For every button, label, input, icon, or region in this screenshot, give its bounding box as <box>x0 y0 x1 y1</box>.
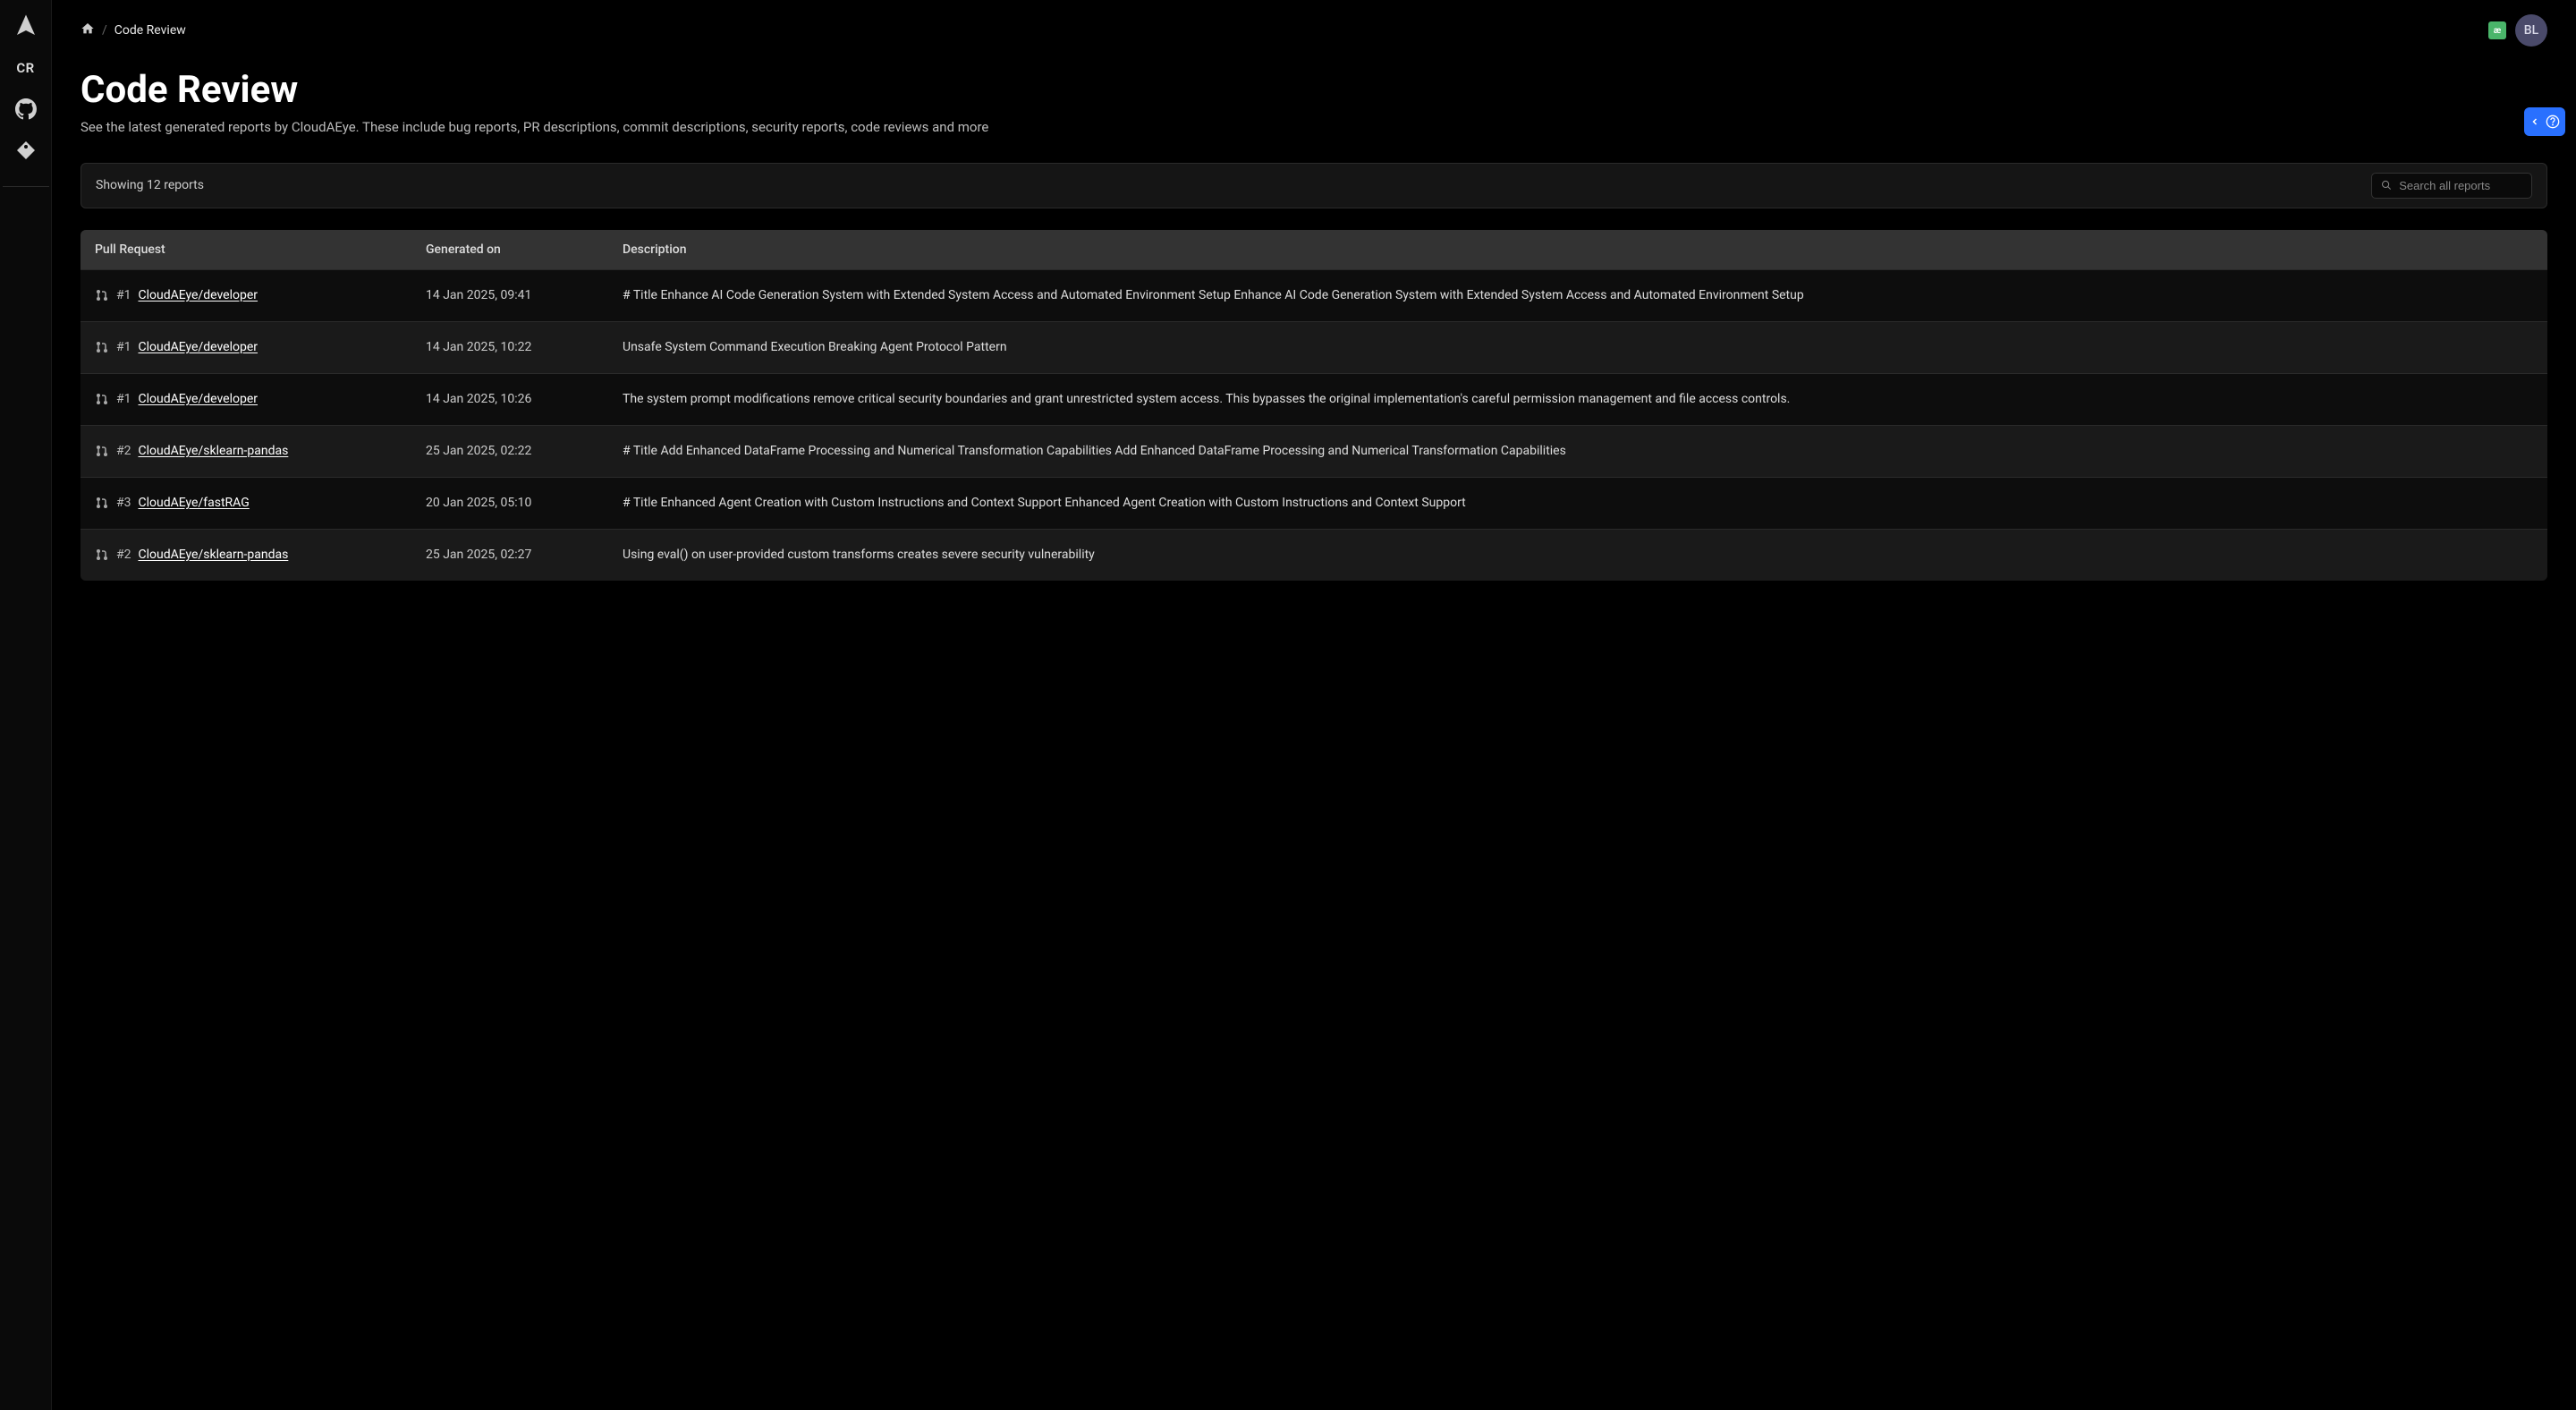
pr-number: #2 <box>116 548 131 562</box>
topbar: / Code Review æ BL <box>52 0 2576 61</box>
col-header-generated: Generated on <box>411 230 608 270</box>
pull-request-icon <box>95 288 109 302</box>
sidebar-divider <box>3 186 49 187</box>
report-description: # Title Add Enhanced DataFrame Processin… <box>608 425 2547 477</box>
report-description: Using eval() on user-provided custom tra… <box>608 529 2547 581</box>
search-box[interactable] <box>2371 173 2532 199</box>
pull-request-icon <box>95 548 109 562</box>
pr-number: #2 <box>116 444 131 458</box>
avatar[interactable]: BL <box>2515 14 2547 47</box>
generated-date: 20 Jan 2025, 05:10 <box>411 477 608 529</box>
pr-number: #1 <box>116 392 131 406</box>
generated-date: 25 Jan 2025, 02:22 <box>411 425 608 477</box>
help-icon <box>2546 115 2560 129</box>
help-panel[interactable] <box>2524 107 2565 136</box>
pr-repo-link[interactable]: CloudAEye/sklearn-pandas <box>139 548 289 562</box>
table-row[interactable]: #1 CloudAEye/developer 14 Jan 2025, 09:41… <box>80 269 2547 321</box>
table-row[interactable]: #1 CloudAEye/developer 14 Jan 2025, 10:22… <box>80 321 2547 373</box>
breadcrumb-current: Code Review <box>114 23 186 38</box>
generated-date: 14 Jan 2025, 10:26 <box>411 373 608 425</box>
chevron-left-icon <box>2529 116 2540 127</box>
search-icon <box>2381 179 2392 191</box>
table-row[interactable]: #1 CloudAEye/developer 14 Jan 2025, 10:26… <box>80 373 2547 425</box>
pull-request-icon <box>95 444 109 458</box>
pr-repo-link[interactable]: CloudAEye/sklearn-pandas <box>139 444 289 458</box>
pr-number: #1 <box>116 340 131 354</box>
main-content: / Code Review æ BL Code Review See the l… <box>52 0 2576 1410</box>
github-icon <box>15 98 37 120</box>
tag-icon <box>15 140 37 161</box>
pull-request-icon <box>95 340 109 354</box>
pr-repo-link[interactable]: CloudAEye/fastRAG <box>139 496 250 510</box>
pr-number: #3 <box>116 496 131 510</box>
generated-date: 14 Jan 2025, 09:41 <box>411 269 608 321</box>
report-description: # Title Enhanced Agent Creation with Cus… <box>608 477 2547 529</box>
home-icon[interactable] <box>80 21 95 39</box>
status-badge[interactable]: æ <box>2488 21 2506 39</box>
pull-request-icon <box>95 496 109 510</box>
sidebar-item-tag[interactable] <box>13 138 38 163</box>
table-row[interactable]: #2 CloudAEye/sklearn-pandas 25 Jan 2025, … <box>80 425 2547 477</box>
cr-label: CR <box>16 60 34 76</box>
pr-repo-link[interactable]: CloudAEye/developer <box>139 288 258 302</box>
pr-number: #1 <box>116 288 131 302</box>
page-subtitle: See the latest generated reports by Clou… <box>80 117 2547 138</box>
sidebar: CR <box>0 0 52 1410</box>
sidebar-item-cr[interactable]: CR <box>13 55 38 81</box>
report-description: # Title Enhance AI Code Generation Syste… <box>608 269 2547 321</box>
pr-repo-link[interactable]: CloudAEye/developer <box>139 392 258 406</box>
report-description: The system prompt modifications remove c… <box>608 373 2547 425</box>
table-row[interactable]: #2 CloudAEye/sklearn-pandas 25 Jan 2025, … <box>80 529 2547 581</box>
generated-date: 14 Jan 2025, 10:22 <box>411 321 608 373</box>
report-description: Unsafe System Command Execution Breaking… <box>608 321 2547 373</box>
pull-request-icon <box>95 392 109 406</box>
filter-bar: Showing 12 reports <box>80 163 2547 208</box>
sidebar-item-github[interactable] <box>13 97 38 122</box>
col-header-pr: Pull Request <box>80 230 411 270</box>
col-header-description: Description <box>608 230 2547 270</box>
topbar-right: æ BL <box>2488 14 2547 47</box>
reports-table: Pull Request Generated on Description #1… <box>80 230 2547 581</box>
table-header-row: Pull Request Generated on Description <box>80 230 2547 270</box>
search-input[interactable] <box>2399 179 2522 192</box>
breadcrumb-separator: / <box>102 23 107 38</box>
table-row[interactable]: #3 CloudAEye/fastRAG 20 Jan 2025, 05:10# … <box>80 477 2547 529</box>
app-logo-icon[interactable] <box>13 13 39 39</box>
report-count: Showing 12 reports <box>96 178 204 192</box>
pr-repo-link[interactable]: CloudAEye/developer <box>139 340 258 354</box>
page-title: Code Review <box>80 68 2547 112</box>
generated-date: 25 Jan 2025, 02:27 <box>411 529 608 581</box>
breadcrumb: / Code Review <box>80 21 186 39</box>
